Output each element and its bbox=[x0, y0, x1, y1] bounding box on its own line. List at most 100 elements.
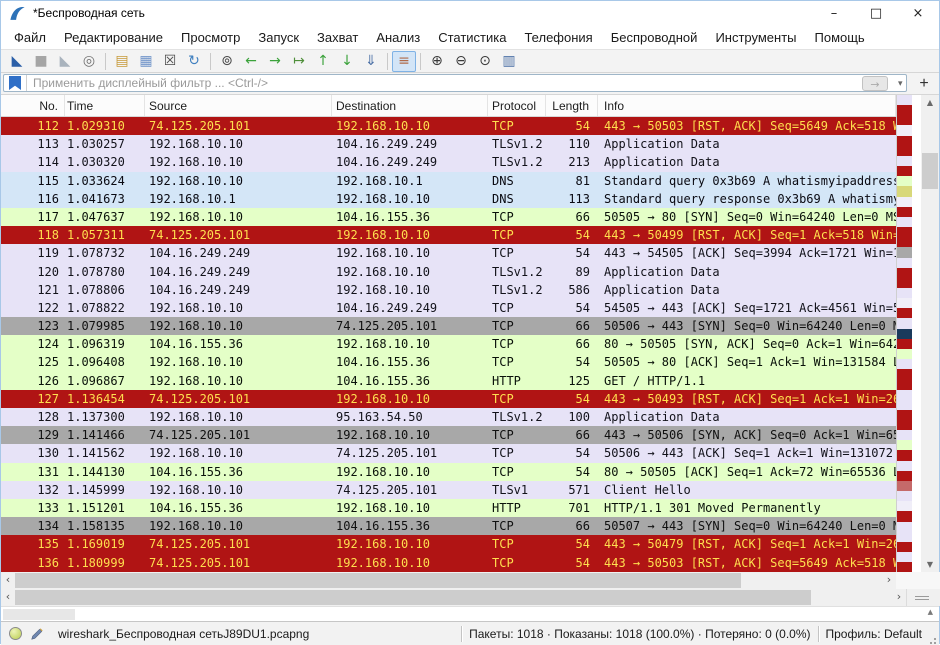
packet-row[interactable]: 1161.041673192.168.10.1192.168.10.10DNS1… bbox=[1, 190, 896, 208]
go-to-packet-icon[interactable]: ↦ bbox=[287, 51, 311, 72]
packet-row[interactable]: 1301.141562192.168.10.1074.125.205.101TC… bbox=[1, 444, 896, 462]
column-header-time[interactable]: Time bbox=[65, 95, 145, 116]
scroll-minimap[interactable] bbox=[896, 95, 912, 572]
add-filter-button[interactable]: + bbox=[913, 73, 935, 95]
close-file-icon[interactable]: ☒ bbox=[158, 51, 182, 72]
scroll-up-icon[interactable]: ▲ bbox=[921, 95, 939, 110]
packet-row[interactable]: 1141.030320192.168.10.10104.16.249.249TL… bbox=[1, 153, 896, 171]
packet-row[interactable]: 1351.16901974.125.205.101192.168.10.10TC… bbox=[1, 535, 896, 553]
hscroll-thumb[interactable] bbox=[15, 590, 811, 605]
go-first-icon[interactable]: ↑ bbox=[311, 51, 335, 72]
profile-label[interactable]: Профиль: Default bbox=[826, 627, 923, 641]
minimap-stripe bbox=[897, 501, 912, 511]
menu-item-10[interactable]: Инструменты bbox=[706, 27, 805, 48]
packet-list[interactable]: 1121.02931074.125.205.101192.168.10.10TC… bbox=[1, 117, 896, 572]
column-header-length[interactable]: Length bbox=[546, 95, 598, 116]
colorize-packets-icon[interactable]: ≡ bbox=[392, 51, 416, 72]
menu-item-11[interactable]: Помощь bbox=[806, 27, 874, 48]
scroll-right-icon[interactable]: › bbox=[892, 589, 906, 606]
zoom-out-icon[interactable]: ⊖ bbox=[449, 51, 473, 72]
column-header-destination[interactable]: Destination bbox=[332, 95, 488, 116]
find-packet-icon[interactable]: ⊚ bbox=[215, 51, 239, 72]
scroll-left-icon[interactable]: ‹ bbox=[1, 589, 15, 606]
cell-info: 50506 → 443 [SYN] Seq=0 Win=64240 Len=0 … bbox=[598, 317, 896, 335]
minimap-stripe bbox=[897, 349, 912, 359]
menu-item-6[interactable]: Анализ bbox=[367, 27, 429, 48]
go-last-icon[interactable]: ↓ bbox=[335, 51, 359, 72]
packet-row[interactable]: 1361.18099974.125.205.101192.168.10.10TC… bbox=[1, 554, 896, 572]
resize-grip[interactable] bbox=[926, 632, 936, 642]
packet-counts: Пакеты: 1018 · Показаны: 1018 (100.0%) ·… bbox=[469, 627, 810, 641]
save-file-icon[interactable]: ▦ bbox=[134, 51, 158, 72]
display-filter-input[interactable] bbox=[27, 76, 862, 90]
maximize-button[interactable]: □ bbox=[855, 1, 897, 25]
packet-row[interactable]: 1201.078780104.16.249.249192.168.10.10TL… bbox=[1, 263, 896, 281]
restart-capture-icon[interactable]: ◣ bbox=[53, 51, 77, 72]
packet-row[interactable]: 1281.137300192.168.10.1095.163.54.50TLSv… bbox=[1, 408, 896, 426]
packet-row[interactable]: 1121.02931074.125.205.101192.168.10.10TC… bbox=[1, 117, 896, 135]
bookmark-icon[interactable] bbox=[9, 76, 21, 90]
close-button[interactable]: × bbox=[897, 1, 939, 25]
apply-filter-button[interactable]: → bbox=[862, 76, 888, 91]
auto-scroll-icon[interactable]: ⇓ bbox=[359, 51, 383, 72]
packet-row[interactable]: 1331.151201104.16.155.36192.168.10.10HTT… bbox=[1, 499, 896, 517]
menu-item-8[interactable]: Телефония bbox=[515, 27, 601, 48]
open-file-icon[interactable]: ▤ bbox=[110, 51, 134, 72]
packet-row[interactable]: 1151.033624192.168.10.10192.168.10.1DNS8… bbox=[1, 172, 896, 190]
menu-item-3[interactable]: Просмотр bbox=[172, 27, 249, 48]
vertical-scrollbar[interactable]: ▲ ▼ bbox=[921, 95, 939, 572]
packet-row[interactable]: 1341.158135192.168.10.10104.16.155.36TCP… bbox=[1, 517, 896, 535]
packet-row[interactable]: 1231.079985192.168.10.1074.125.205.101TC… bbox=[1, 317, 896, 335]
minimap-stripe bbox=[897, 247, 912, 257]
menu-item-7[interactable]: Статистика bbox=[429, 27, 515, 48]
minimap-stripe bbox=[897, 258, 912, 268]
menu-item-9[interactable]: Беспроводной bbox=[602, 27, 707, 48]
column-header-protocol[interactable]: Protocol bbox=[488, 95, 546, 116]
cell-info: 443 → 54505 [ACK] Seq=3994 Ack=1721 Win=… bbox=[598, 244, 896, 262]
scroll-down-icon[interactable]: ▼ bbox=[921, 557, 939, 572]
go-forward-icon[interactable]: → bbox=[263, 51, 287, 72]
packet-row[interactable]: 1251.096408192.168.10.10104.16.155.36TCP… bbox=[1, 353, 896, 371]
menu-item-5[interactable]: Захват bbox=[308, 27, 367, 48]
capture-options-icon[interactable]: ◎ bbox=[77, 51, 101, 72]
stop-capture-icon[interactable]: ■ bbox=[29, 51, 53, 72]
packet-row[interactable]: 1311.144130104.16.155.36192.168.10.10TCP… bbox=[1, 463, 896, 481]
minimap-stripe bbox=[897, 197, 912, 207]
packet-row[interactable]: 1181.05731174.125.205.101192.168.10.10TC… bbox=[1, 226, 896, 244]
packet-row[interactable]: 1271.13645474.125.205.101192.168.10.10TC… bbox=[1, 390, 896, 408]
column-header-info[interactable]: Info bbox=[598, 95, 896, 116]
detail-pane-hscrollbar[interactable]: ‹ › bbox=[1, 589, 906, 606]
packet-row[interactable]: 1291.14146674.125.205.101192.168.10.10TC… bbox=[1, 426, 896, 444]
packet-row[interactable]: 1191.078732104.16.249.249192.168.10.10TC… bbox=[1, 244, 896, 262]
menu-item-4[interactable]: Запуск bbox=[249, 27, 308, 48]
go-back-icon[interactable]: ← bbox=[239, 51, 263, 72]
pane-scroll-up-icon[interactable]: ▲ bbox=[928, 608, 933, 616]
minimize-button[interactable]: – bbox=[813, 1, 855, 25]
capture-comment-icon[interactable] bbox=[30, 627, 44, 641]
packet-row[interactable]: 1131.030257192.168.10.10104.16.249.249TL… bbox=[1, 135, 896, 153]
scroll-left-icon[interactable]: ‹ bbox=[1, 572, 15, 589]
packet-row[interactable]: 1241.096319104.16.155.36192.168.10.10TCP… bbox=[1, 335, 896, 353]
reload-file-icon[interactable]: ↻ bbox=[182, 51, 206, 72]
start-capture-icon[interactable]: ◣ bbox=[5, 51, 29, 72]
zoom-in-icon[interactable]: ⊕ bbox=[425, 51, 449, 72]
resize-columns-icon[interactable]: ▥ bbox=[497, 51, 521, 72]
packet-row[interactable]: 1171.047637192.168.10.10104.16.155.36TCP… bbox=[1, 208, 896, 226]
filter-dropdown-icon[interactable]: ▾ bbox=[892, 77, 906, 90]
zoom-normal-icon[interactable]: ⊙ bbox=[473, 51, 497, 72]
scroll-right-icon[interactable]: › bbox=[882, 572, 896, 589]
packet-row[interactable]: 1211.078806104.16.249.249192.168.10.10TL… bbox=[1, 281, 896, 299]
packet-row[interactable]: 1261.096867192.168.10.10104.16.155.36HTT… bbox=[1, 372, 896, 390]
menu-item-1[interactable]: Файл bbox=[5, 27, 55, 48]
menu-item-2[interactable]: Редактирование bbox=[55, 27, 172, 48]
expert-info-icon[interactable] bbox=[9, 627, 22, 640]
vertical-scroll-thumb[interactable] bbox=[922, 153, 938, 189]
column-header-no[interactable]: No. bbox=[1, 95, 65, 116]
cell-destination: 192.168.10.10 bbox=[332, 117, 488, 135]
hscroll-thumb[interactable] bbox=[15, 573, 741, 588]
packet-list-hscrollbar[interactable]: ‹ › bbox=[1, 572, 896, 589]
column-header-source[interactable]: Source bbox=[145, 95, 332, 116]
packet-row[interactable]: 1221.078822192.168.10.10104.16.249.249TC… bbox=[1, 299, 896, 317]
pane-splitter-handle[interactable] bbox=[906, 589, 940, 606]
packet-row[interactable]: 1321.145999192.168.10.1074.125.205.101TL… bbox=[1, 481, 896, 499]
